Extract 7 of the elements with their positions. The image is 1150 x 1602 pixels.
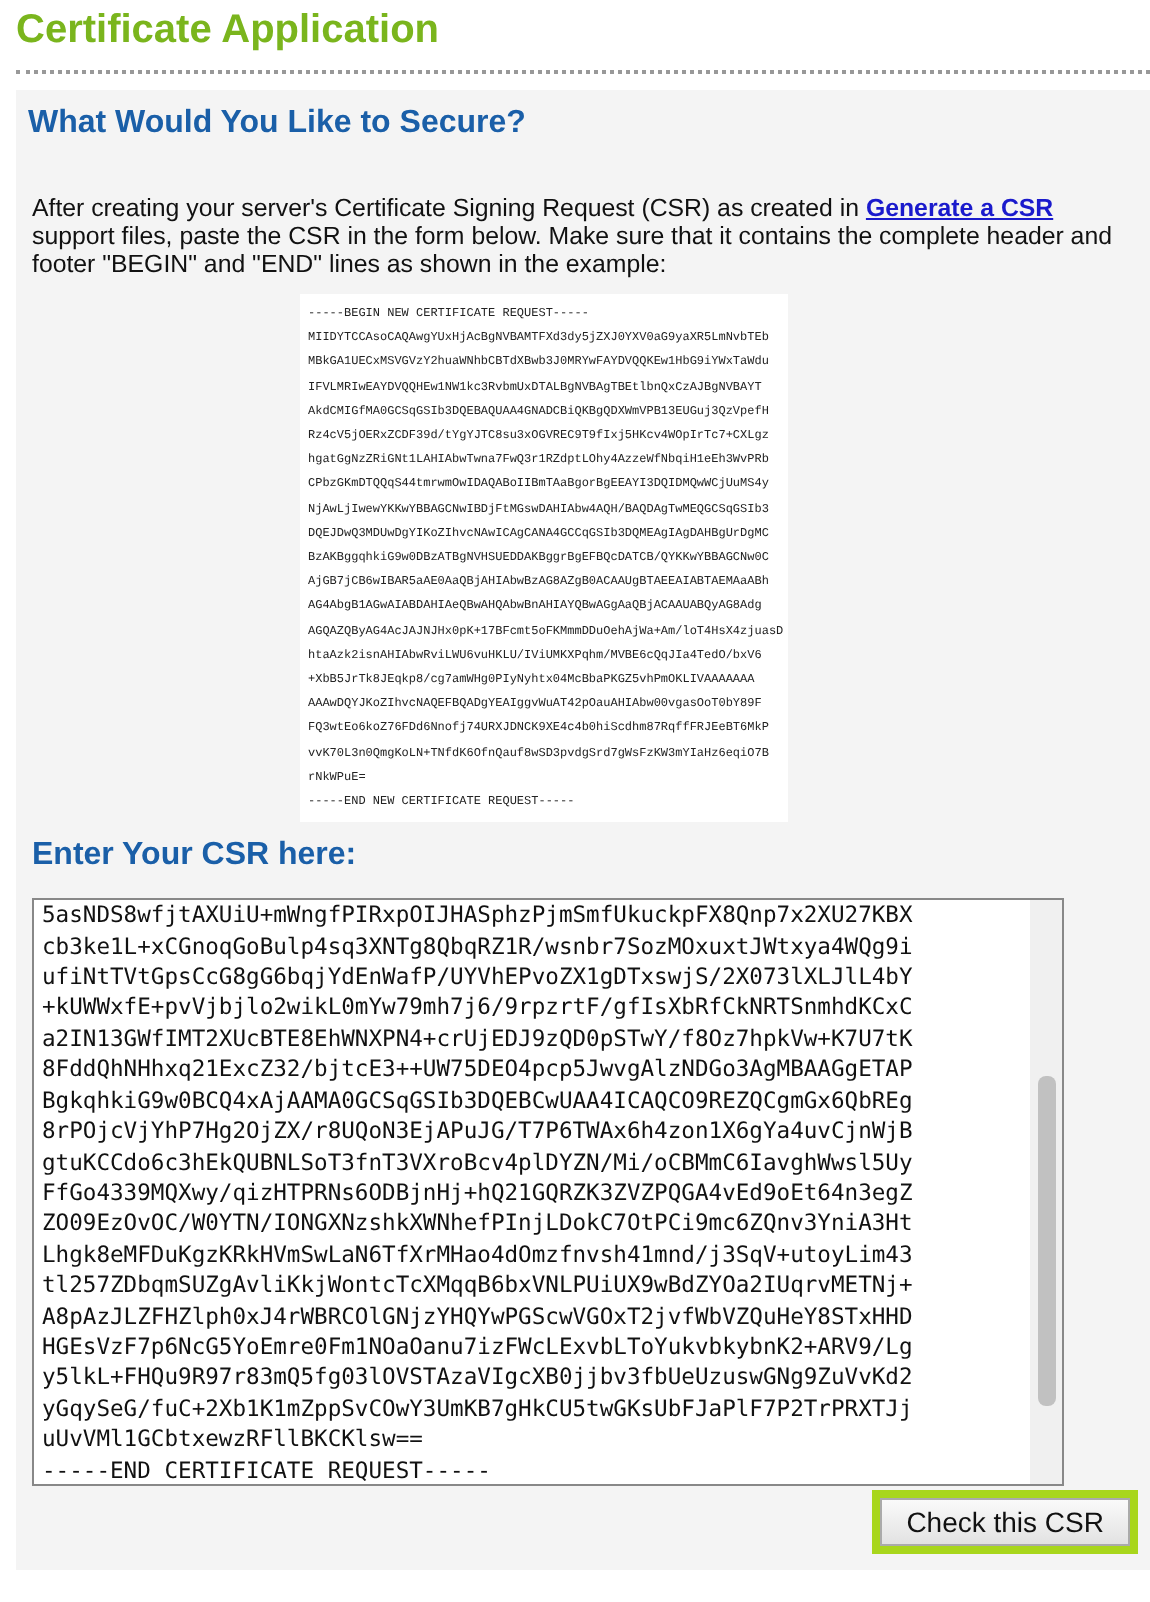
instructions-text: After creating your server's Certificate Signing Request (CSR) as created in Generate a CSR support files, paste the CSR in the form below. Make sure that it contains the complete header and footer "BEGIN" and "END" lines as shown in the example: <box>32 194 1114 278</box>
scrollbar-thumb[interactable] <box>1037 1076 1055 1407</box>
section-title: What Would You Like to Secure? <box>28 106 528 142</box>
generate-csr-link[interactable]: Generate a CSR <box>865 194 1054 222</box>
csr-heading: Enter Your CSR here: <box>32 838 359 875</box>
csr-input-field[interactable]: 5asNDS8wfjtAXUiU+mWngfPIRxpOIJHASphzPjmSmfUkuckpFX8Qnp7x2XU27KBX cb3ke1L+xCGnoqGoBulp4sq3XNTg8QbqRZ1R/wsnbr7SozMOxuxtJWtxya4WQg9i ufiNtTVtGpsCcG8gG6bqjYdEnWafP/UYVhEPvoZX1gDTxswjS/2X073lXLJlL4bY +kUWWxfE+pvVjbjlo2wikL0mYw79mh7j6/9rpzrtF/gfIsXbRfCkNRTSnmhdKCxC a2IN13GWfIMT2XUcBTE8EhWNXPN4+crUjEDJ9zQD0pSTwY/f8Oz7hpkVw+K7U7tK 8FddQhNHhxq21ExcZ32/bjtcE3++UW75DEO4pcp5JwvgAlzNDGo3AgMBAAGgETAP BgkqhkiG9w0BCQ4xAjAAMA0GCSqGSIb3DQEBCwUAA4ICAQCO9REZQCgmGx6QbREg 8rPOjcVjYhP7Hg2OjZX/r8UQoN3EjAPuJG/T7P6TWAx6h4zon1X6gYa4uvCjnWjB gtuKCCdo6c3hEkQUBNLSoT3fnT3VXroBcv4plDYZN/Mi/oCBMmC6IavghWwsl5Uy FfGo4339MQXwy/qizHTPRNs6ODBjnHj+hQ21GQRZK3ZVZPQGA4vEd9oEt64n3egZ ZO09EzOvOC/W0YTN/IONGXNzshkXWNhefPInjLDokC7OtPCi9mc6ZQnv3YniA3Ht Lhgk8eMFDuKgzKRkHVmSwLaN6TfXrMHao4dOmzfnvsh41mnd/j3SqV+utoyLim43 tl257ZDbqmSUZgAvliKkjWontcTcXMqqB6bxVNLPUiUX9wBdZYOa2IUqrvMETNj+ A8pAzJLZFHZlph0xJ4rWBRCOlGNjzYHQYwPGScwVGOxT2jvfWbVZQuHeY8STxHHD HGEsVzF7p6NcG5YoEmre0Fm1NOaOanu7izFWcLExvbLToYukvbkybnK2+ARV9/Lg y5lkL+FHQu9R97r83mQ5fg03lOVSTAzaVIgcXB0jjbv3fbUeUzuswGNg9ZuVvKd2 yGqySeG/fuC+2Xb1K1mZppSvCOwY3UmKB7gHkCU5twGKsUbFJaPlF7P2TrPRXTJj uUvVMl1GCbtxewzRFllBKCKlsw== -----END CERTIFICATE REQUEST----- <box>32 898 1064 1487</box>
page-title: Certificate Application <box>16 8 442 54</box>
